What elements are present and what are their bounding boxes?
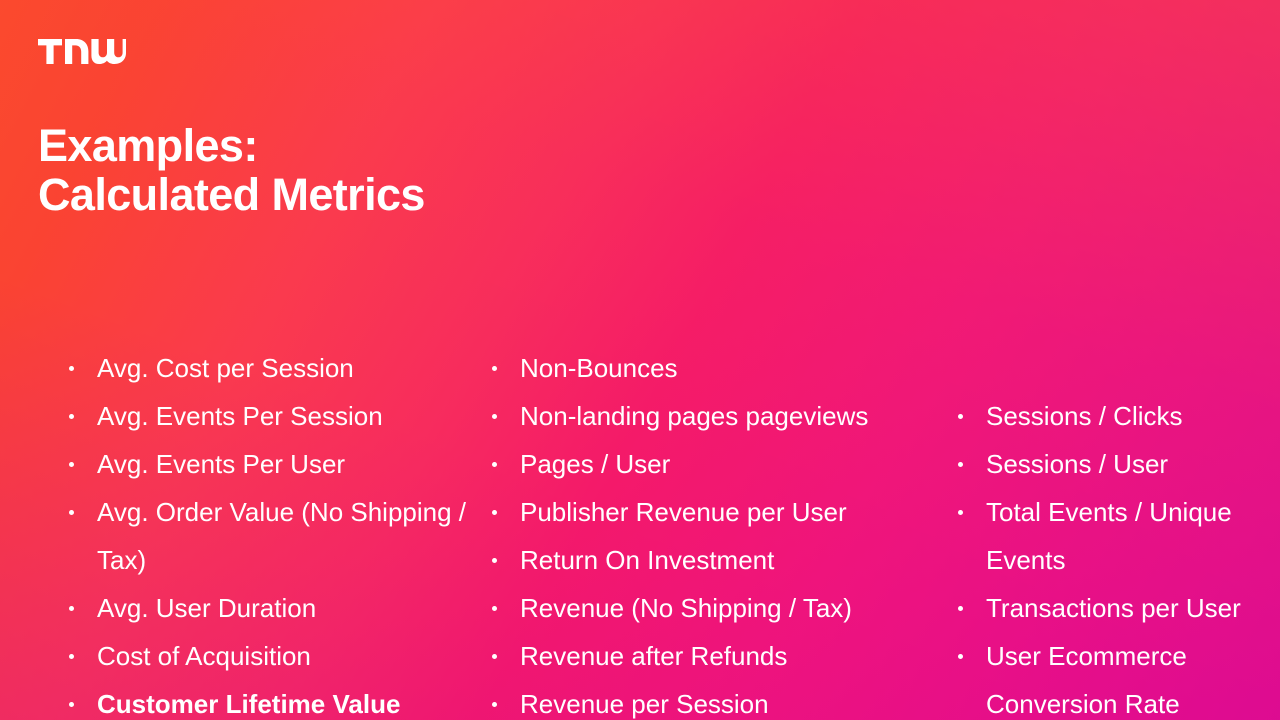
list-item: Transactions per User (957, 584, 1257, 632)
metric-label: Pages / User (520, 449, 671, 479)
metrics-columns: Avg. Cost per Session Avg. Events Per Se… (0, 123, 1280, 720)
metric-label: Non-Bounces (520, 353, 678, 383)
list-item: Avg. Cost per Session (68, 344, 468, 392)
list-item: Avg. User Duration (68, 584, 468, 632)
metric-label: Sessions / Clicks (986, 401, 1183, 431)
tnw-logo (38, 39, 126, 64)
list-item-highlighted: Customer Lifetime Value (68, 680, 468, 720)
list-item: Revenue after Refunds (491, 632, 941, 680)
list-item: Total Events / Unique Events (957, 488, 1257, 584)
list-item: Avg. Events Per User (68, 440, 468, 488)
metric-label: User Ecommerce Conversion Rate (986, 641, 1187, 719)
metric-label: Publisher Revenue per User (520, 497, 847, 527)
metric-label: Revenue (No Shipping / Tax) (520, 593, 852, 623)
list-item: Return On Investment (491, 536, 941, 584)
metric-label: Return On Investment (520, 545, 775, 575)
list-item: Non-landing pages pageviews (491, 392, 941, 440)
list-item: Cost of Acquisition (68, 632, 468, 680)
metric-label: Cost of Acquisition (97, 641, 311, 671)
metric-list-1: Avg. Cost per Session Avg. Events Per Se… (68, 344, 468, 720)
metric-label: Non-landing pages pageviews (520, 401, 869, 431)
metrics-column-3: Sessions / Clicks Sessions / User Total … (957, 392, 1257, 720)
list-item: Pages / User (491, 440, 941, 488)
list-item: Sessions / Clicks (957, 392, 1257, 440)
list-item: Revenue (No Shipping / Tax) (491, 584, 941, 632)
list-item: Revenue per Session (491, 680, 941, 720)
metric-label: Revenue per Session (520, 689, 769, 719)
metric-label: Avg. Order Value (No Shipping / Tax) (97, 497, 467, 575)
metric-label: Avg. Cost per Session (97, 353, 354, 383)
list-item: User Ecommerce Conversion Rate (957, 632, 1257, 720)
metric-label: Total Events / Unique Events (986, 497, 1232, 575)
list-item: Publisher Revenue per User (491, 488, 941, 536)
metric-label: Avg. User Duration (97, 593, 317, 623)
metric-label: Revenue after Refunds (520, 641, 788, 671)
metric-list-2: Non-Bounces Non-landing pages pageviews … (491, 344, 941, 720)
list-item: Non-Bounces (491, 344, 941, 392)
metrics-column-1: Avg. Cost per Session Avg. Events Per Se… (68, 344, 468, 720)
metric-list-3: Sessions / Clicks Sessions / User Total … (957, 392, 1257, 720)
metric-label: Transactions per User (986, 593, 1241, 623)
list-item: Sessions / User (957, 440, 1257, 488)
metrics-column-2: Non-Bounces Non-landing pages pageviews … (491, 344, 941, 720)
presentation-slide: Examples: Calculated Metrics Avg. Cost p… (0, 0, 1280, 720)
list-item: Avg. Events Per Session (68, 392, 468, 440)
metric-label: Sessions / User (986, 449, 1169, 479)
metric-label: Avg. Events Per User (97, 449, 346, 479)
metric-label: Customer Lifetime Value (97, 689, 401, 719)
list-item: Avg. Order Value (No Shipping / Tax) (68, 488, 468, 584)
tnw-wordmark-icon (38, 39, 126, 64)
metric-label: Avg. Events Per Session (97, 401, 383, 431)
